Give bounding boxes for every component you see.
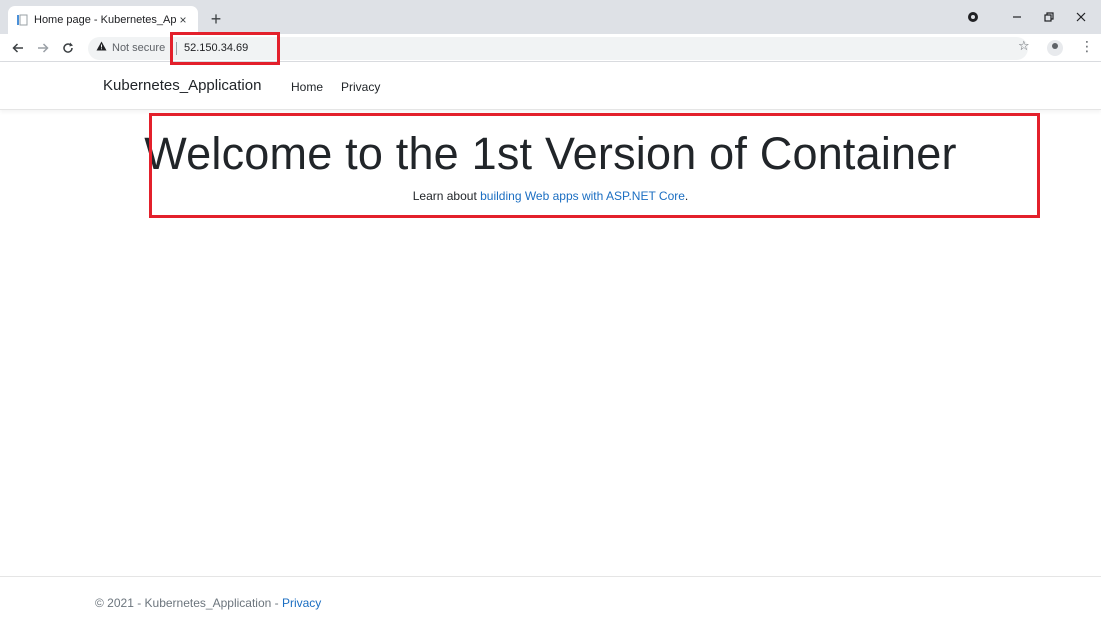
star-icon[interactable]: ☆ [1018,38,1030,54]
page-heading: Welcome to the 1st Version of Container [144,128,957,179]
browser-toolbar: Not secure 52.150.34.69 ☆ ⋮ [0,34,1101,62]
learn-suffix: . [684,189,689,203]
site-navbar: Kubernetes_Application Home Privacy [0,62,1101,110]
tab-strip: Home page - Kubernetes_Applic × + [0,0,1101,34]
nav-home-link[interactable]: Home [291,80,323,94]
arrow-left-icon[interactable] [8,38,28,58]
address-bar[interactable]: Not secure 52.150.34.69 [88,37,1028,60]
page-favicon-icon [16,14,28,26]
restore-icon[interactable] [1038,6,1060,28]
arrow-right-icon[interactable] [33,38,53,58]
new-tab-button[interactable]: + [205,8,227,30]
security-label: Not secure [112,42,166,54]
tab-title: Home page - Kubernetes_Applic [34,14,176,26]
browser-tab[interactable]: Home page - Kubernetes_Applic × [8,6,198,34]
security-indicator[interactable]: Not secure [96,37,165,60]
url-separator [176,42,177,55]
nav-privacy-link[interactable]: Privacy [341,80,380,94]
footer-privacy-link[interactable]: Privacy [282,596,321,610]
profile-icon[interactable] [1047,40,1063,56]
reload-icon[interactable] [58,38,78,58]
footer-text: © 2021 - Kubernetes_Application - Privac… [95,596,321,610]
url-text[interactable]: 52.150.34.69 [184,37,248,60]
browser-chrome: Home page - Kubernetes_Applic × + [0,0,1101,62]
kebab-menu-icon[interactable]: ⋮ [1080,38,1094,55]
aspnet-docs-link[interactable]: building Web apps with ASP.NET Core [480,189,685,203]
footer-copyright: © 2021 - Kubernetes_Application - [95,596,282,610]
minimize-icon[interactable] [1006,6,1028,28]
learn-more-text: Learn about building Web apps with ASP.N… [0,189,1101,203]
close-window-icon[interactable] [1070,6,1092,28]
site-brand-link[interactable]: Kubernetes_Application [103,77,261,94]
site-footer: © 2021 - Kubernetes_Application - Privac… [0,576,1101,621]
tab-close-icon[interactable]: × [176,13,190,27]
learn-prefix: Learn about [412,189,477,203]
extension-icon[interactable] [962,6,984,28]
warning-triangle-icon [96,37,107,60]
